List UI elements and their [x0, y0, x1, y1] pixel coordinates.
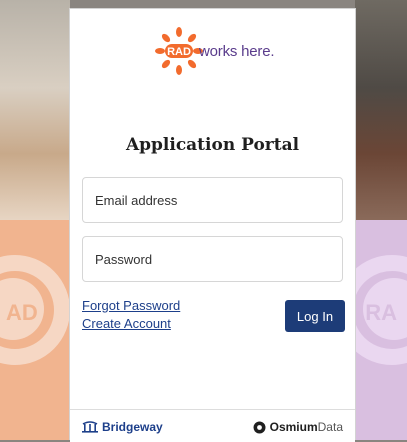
forgot-password-link[interactable]: Forgot Password [82, 297, 180, 315]
background-photo-right [355, 0, 407, 220]
rad-logo: RAD works here. [154, 27, 275, 75]
footer: Bridgeway OsmiumData [70, 409, 355, 442]
osmium-icon [253, 421, 266, 433]
sun-icon: RAD [155, 27, 203, 75]
email-field[interactable] [82, 177, 343, 223]
background-watermark-left: AD [6, 300, 38, 325]
bridgeway-logo: Bridgeway [82, 420, 163, 434]
osmium-text-bold: Osmium [269, 420, 318, 434]
logo-badge-text: RAD [167, 46, 191, 58]
background-photo-left [0, 0, 70, 220]
login-button[interactable]: Log In [285, 300, 345, 332]
logo-text: works here. [199, 42, 275, 60]
account-links: Forgot Password Create Account [82, 297, 180, 333]
password-field[interactable] [82, 236, 343, 282]
login-card: RAD works here. Application Portal Forgo… [69, 8, 356, 442]
bridgeway-text: Bridgeway [102, 420, 163, 434]
create-account-link[interactable]: Create Account [82, 315, 180, 333]
bridge-icon [82, 421, 98, 433]
page-title: Application Portal [125, 135, 300, 155]
osmium-text-light: Data [317, 420, 343, 434]
background-watermark-right: RA [365, 300, 397, 325]
osmiumdata-logo: OsmiumData [253, 420, 343, 434]
